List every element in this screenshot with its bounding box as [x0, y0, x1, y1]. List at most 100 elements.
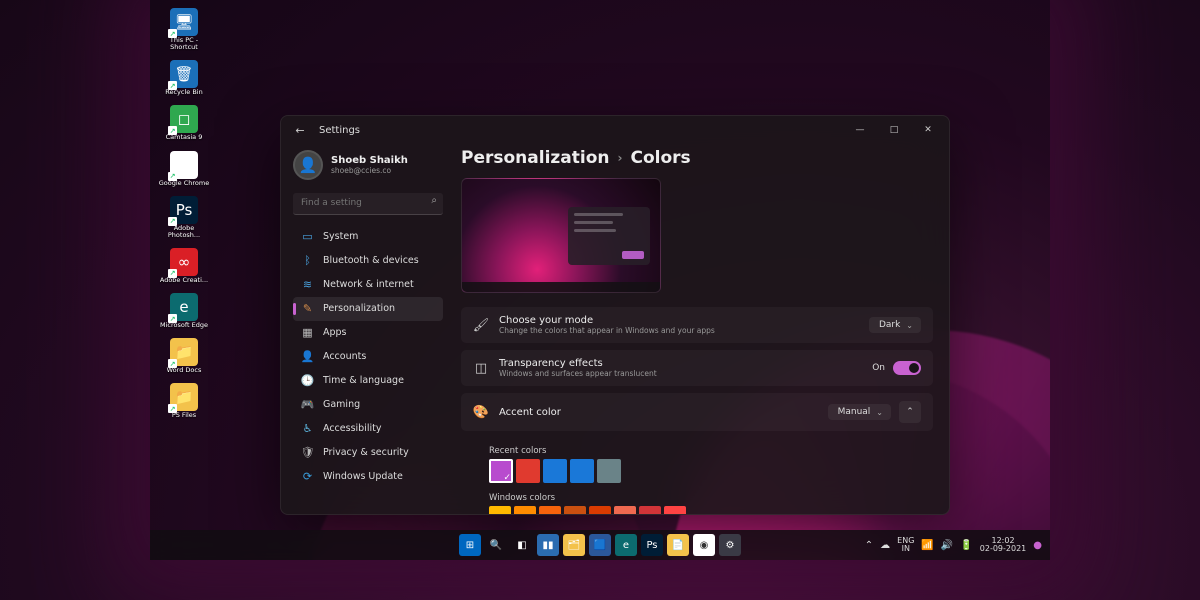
color-swatch[interactable] — [514, 506, 536, 514]
desktop-icon-label: Word Docs — [167, 367, 202, 374]
desktop-icon-label: Microsoft Edge — [160, 322, 208, 329]
taskbar-app[interactable]: ◉ — [693, 534, 715, 556]
nav-icon: ᛒ — [301, 254, 314, 267]
color-swatch[interactable] — [589, 506, 611, 514]
sidebar-item-windows-update[interactable]: ⟳Windows Update — [293, 465, 443, 489]
color-swatch[interactable] — [543, 459, 567, 483]
sidebar-item-time-language[interactable]: 🕒Time & language — [293, 369, 443, 393]
mode-select[interactable]: Dark ⌄ — [869, 317, 921, 333]
taskbar-app[interactable]: 🔍 — [485, 534, 507, 556]
app-icon: ◻↗ — [170, 105, 198, 133]
sidebar-item-accounts[interactable]: 👤Accounts — [293, 345, 443, 369]
accent-mode-select[interactable]: Manual ⌄ — [828, 404, 891, 420]
language-indicator[interactable]: ENG IN — [897, 537, 914, 554]
desktop-icon[interactable]: 📁↗PS Files — [158, 383, 210, 419]
accent-color-row[interactable]: 🎨 Accent color Manual ⌄ ⌃ — [461, 393, 933, 431]
desktop-icon[interactable]: ◉↗Google Chrome — [158, 151, 210, 187]
color-preview — [461, 178, 661, 293]
taskbar-app[interactable]: 📄 — [667, 534, 689, 556]
accent-expand-button[interactable]: ⌃ — [899, 401, 921, 423]
taskbar-app[interactable]: ⊞ — [459, 534, 481, 556]
app-icon: 🖥↗ — [170, 8, 198, 36]
onedrive-icon[interactable]: ☁ — [880, 540, 890, 551]
desktop-icon-label: Adobe Photosh... — [158, 225, 210, 239]
taskbar-app[interactable]: ▮▮ — [537, 534, 559, 556]
breadcrumb-parent[interactable]: Personalization — [461, 148, 610, 168]
desktop-icon-label: Camtasia 9 — [166, 134, 203, 141]
taskbar-app[interactable]: 🗂 — [563, 534, 585, 556]
chevron-down-icon: ⌄ — [876, 408, 883, 417]
color-swatch[interactable] — [489, 506, 511, 514]
recent-colors-section: Recent colors Windows colors — [461, 438, 933, 514]
close-button[interactable]: ✕ — [911, 116, 945, 144]
desktop-icon-label: This PC - Shortcut — [158, 37, 210, 51]
back-button[interactable]: ← — [291, 121, 309, 139]
taskbar-app[interactable]: ⚙ — [719, 534, 741, 556]
taskbar-app[interactable]: ◧ — [511, 534, 533, 556]
desktop-icon[interactable]: 🖥↗This PC - Shortcut — [158, 8, 210, 51]
sidebar-item-label: Network & internet — [323, 279, 414, 290]
desktop-icon-label: Adobe Creati... — [160, 277, 208, 284]
settings-window: ← Settings — □ ✕ 👤 Shoeb Shaikh shoeb@cc… — [280, 115, 950, 515]
sidebar-item-system[interactable]: ▭ System — [293, 225, 443, 249]
sidebar-item-label: Accounts — [323, 351, 366, 362]
transparency-row[interactable]: ◫ Transparency effects Windows and surfa… — [461, 350, 933, 386]
sidebar-item-gaming[interactable]: 🎮Gaming — [293, 393, 443, 417]
color-swatch[interactable] — [664, 506, 686, 514]
app-icon: 🗑↗ — [170, 60, 198, 88]
color-swatch[interactable] — [564, 506, 586, 514]
window-title: Settings — [319, 125, 360, 136]
desktop-icon[interactable]: 🗑↗Recycle Bin — [158, 60, 210, 96]
user-profile[interactable]: 👤 Shoeb Shaikh shoeb@ccies.co — [293, 148, 443, 186]
desktop-screen: 🖥↗This PC - Shortcut 🗑↗Recycle Bin ◻↗Camta… — [150, 0, 1050, 560]
transparency-title: Transparency effects — [499, 358, 862, 369]
chevron-up-icon[interactable]: ⌃ — [865, 540, 873, 551]
minimize-button[interactable]: — — [843, 116, 877, 144]
sidebar-item-label: Accessibility — [323, 423, 381, 434]
desktop-icon[interactable]: 📁↗Word Docs — [158, 338, 210, 374]
choose-mode-title: Choose your mode — [499, 315, 859, 326]
transparency-toggle[interactable] — [893, 361, 921, 375]
user-email: shoeb@ccies.co — [331, 166, 408, 175]
main-content: Personalization › Colors 🖌 — [451, 144, 949, 514]
notification-icon[interactable]: ● — [1033, 540, 1042, 551]
windows-colors-label: Windows colors — [489, 493, 933, 503]
recent-colors-label: Recent colors — [489, 446, 933, 456]
desktop-icon[interactable]: ∞↗Adobe Creati... — [158, 248, 210, 284]
color-swatch[interactable] — [614, 506, 636, 514]
sidebar-item-privacy-security[interactable]: 🛡Privacy & security — [293, 441, 443, 465]
sidebar-item-label: System — [323, 231, 358, 242]
taskbar-app[interactable]: 🟦 — [589, 534, 611, 556]
battery-icon[interactable]: 🔋 — [960, 540, 972, 551]
palette-icon: 🎨 — [473, 404, 489, 420]
choose-mode-row[interactable]: 🖌 Choose your mode Change the colors tha… — [461, 307, 933, 343]
nav-icon: ▭ — [301, 230, 314, 243]
color-swatch[interactable] — [539, 506, 561, 514]
sidebar-item-accessibility[interactable]: ♿Accessibility — [293, 417, 443, 441]
breadcrumb: Personalization › Colors — [461, 148, 933, 168]
color-swatch[interactable] — [639, 506, 661, 514]
color-swatch[interactable] — [489, 459, 513, 483]
system-tray[interactable]: ⌃ ☁ ENG IN 📶 🔊 🔋 12:02 02-09-2021 ● — [865, 537, 1050, 554]
taskbar-app[interactable]: Ps — [641, 534, 663, 556]
desktop-icon[interactable]: e↗Microsoft Edge — [158, 293, 210, 329]
volume-icon[interactable]: 🔊 — [941, 540, 953, 551]
sidebar-item-label: Bluetooth & devices — [323, 255, 419, 266]
color-swatch[interactable] — [570, 459, 594, 483]
taskbar-app[interactable]: e — [615, 534, 637, 556]
sidebar-item-personalization[interactable]: ✎Personalization — [293, 297, 443, 321]
desktop-icon[interactable]: Ps↗Adobe Photosh... — [158, 196, 210, 239]
wifi-icon[interactable]: 📶 — [921, 540, 933, 551]
sidebar-item-network-internet[interactable]: ≋Network & internet — [293, 273, 443, 297]
sidebar-item-label: Privacy & security — [323, 447, 409, 458]
sidebar-item-apps[interactable]: ▦Apps — [293, 321, 443, 345]
clock[interactable]: 12:02 02-09-2021 — [980, 537, 1027, 554]
search-input[interactable] — [293, 193, 443, 215]
color-swatch[interactable] — [597, 459, 621, 483]
chevron-down-icon: ⌄ — [906, 321, 913, 330]
window-titlebar: ← Settings — □ ✕ — [281, 116, 949, 144]
color-swatch[interactable] — [516, 459, 540, 483]
maximize-button[interactable]: □ — [877, 116, 911, 144]
desktop-icon[interactable]: ◻↗Camtasia 9 — [158, 105, 210, 141]
sidebar-item-bluetooth-devices[interactable]: ᛒ Bluetooth & devices — [293, 249, 443, 273]
